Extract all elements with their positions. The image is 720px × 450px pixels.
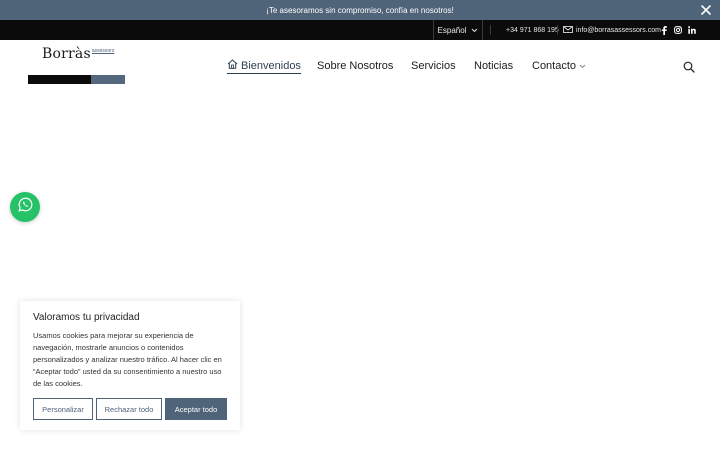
cookie-title: Valoramos tu privacidad (33, 312, 140, 323)
nav-item-servicios[interactable]: Servicios (411, 58, 456, 74)
mail-icon (563, 25, 573, 35)
whatsapp-icon (17, 197, 33, 217)
close-icon[interactable] (699, 3, 713, 17)
instagram-icon[interactable] (674, 26, 682, 34)
home-icon (227, 59, 238, 72)
nav-label: Bienvenidos (241, 59, 301, 72)
phone-text: +34 971 868 195 (506, 26, 559, 34)
chevron-down-icon (579, 60, 586, 72)
search-icon[interactable] (683, 60, 695, 73)
logo-underline-bar (28, 75, 125, 84)
accept-all-button[interactable]: Aceptar todo (165, 398, 227, 420)
divider (490, 25, 491, 35)
reject-all-button[interactable]: Rechazar todo (96, 398, 162, 420)
customize-button[interactable]: Personalizar (33, 398, 93, 420)
announcement-bar: ¡Te asesoramos sin compromiso, confía en… (0, 0, 720, 20)
linkedin-icon[interactable] (688, 26, 696, 34)
divider (557, 25, 558, 35)
nav-item-contacto[interactable]: Contacto (532, 58, 586, 74)
phone-link[interactable]: +34 971 868 195 (506, 20, 559, 40)
logo-sub: assessors (91, 48, 115, 54)
nav-item-sobre-nosotros[interactable]: Sobre Nosotros (317, 58, 393, 74)
cookie-description: Usamos cookies para mejorar su experienc… (33, 331, 222, 388)
email-link[interactable]: info@borrasassessors.com (563, 20, 661, 40)
social-links (660, 20, 696, 40)
nav-label: Noticias (474, 60, 514, 72)
nav-item-bienvenidos[interactable]: Bienvenidos (227, 58, 301, 74)
chevron-down-icon (471, 26, 478, 35)
nav-label: Sobre Nosotros (317, 60, 394, 72)
nav-item-noticias[interactable]: Noticias (474, 58, 513, 74)
language-selector[interactable]: Español (433, 20, 483, 40)
top-contact-bar: Español +34 971 868 195 info@borrasasses… (0, 20, 720, 40)
cookie-consent-panel: Valoramos tu privacidad Usamos cookies p… (20, 301, 240, 430)
announcement-text: ¡Te asesoramos sin compromiso, confía en… (266, 5, 454, 15)
nav-label: Servicios (411, 60, 456, 72)
email-text: info@borrasassessors.com (576, 26, 661, 34)
logo-name: Borràs (42, 46, 91, 62)
logo-bar-dark (28, 75, 91, 84)
facebook-icon[interactable] (660, 25, 668, 35)
language-label: Español (437, 25, 467, 35)
site-logo[interactable]: Borràs assessors (42, 46, 114, 62)
whatsapp-button[interactable] (10, 192, 40, 222)
logo-bar-slate (91, 75, 125, 84)
nav-label: Contacto (532, 60, 577, 72)
